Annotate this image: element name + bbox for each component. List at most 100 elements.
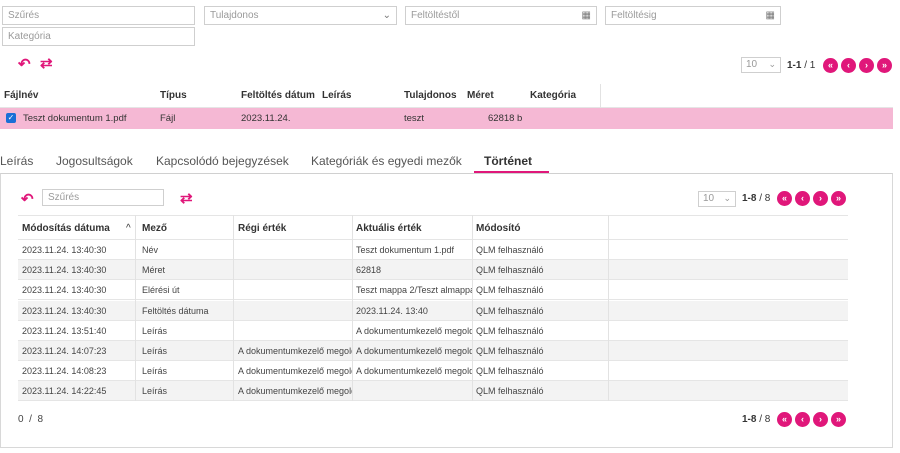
first-page-button[interactable]: « xyxy=(777,191,792,206)
next-page-button[interactable]: › xyxy=(813,412,828,427)
history-search-field[interactable] xyxy=(42,189,164,206)
top-page-size-select[interactable]: 10 ⌄ xyxy=(741,57,781,73)
refresh-icon[interactable]: ↶ xyxy=(18,55,31,73)
last-page-button[interactable]: » xyxy=(877,58,892,73)
owner-select[interactable]: ⌄ xyxy=(204,6,397,25)
refresh-icon[interactable]: ↶ xyxy=(21,190,34,208)
history-cell-old: A dokumentumkezelő megoldás xyxy=(238,366,352,377)
history-cell-by: QLM felhasználó xyxy=(476,346,544,356)
col-owner[interactable]: Tulajdonos xyxy=(404,90,457,101)
total-value: / 8 xyxy=(759,414,771,425)
col-filename[interactable]: Fájlnév xyxy=(4,90,38,101)
table-row[interactable]: 2023.11.24. 13:51:40 Leírás A dokumentumke… xyxy=(18,321,848,341)
column-divider xyxy=(608,215,609,401)
table-row[interactable]: Teszt dokumentum 1.pdf Fájl 2023.11.24. … xyxy=(0,108,893,129)
chevron-down-icon: ⌄ xyxy=(768,59,776,69)
history-cell-by: QLM felhasználó xyxy=(476,325,544,336)
col-category[interactable]: Kategória xyxy=(530,90,576,101)
chevron-down-icon: ⌄ xyxy=(723,193,731,203)
search-input[interactable] xyxy=(8,10,189,21)
next-page-button[interactable]: › xyxy=(859,58,874,73)
history-cell-new: A dokumentumkezelő megoldás xyxy=(356,366,472,377)
col-description[interactable]: Leírás xyxy=(322,90,351,101)
table-row[interactable]: 2023.11.24. 13:40:30 Méret 62818 QLM felhas… xyxy=(18,260,848,281)
history-cell-new: A dokumentumkezelő megoldás xyxy=(356,325,472,336)
prev-page-button[interactable]: ‹ xyxy=(795,191,810,206)
calendar-icon[interactable]: ▦ xyxy=(766,10,775,22)
table-row[interactable]: 2023.11.24. 14:22:45 Leírás A dokumentumke… xyxy=(18,381,848,402)
history-cell-new: 2023.11.24. 13:40 xyxy=(356,305,428,316)
last-page-button[interactable]: » xyxy=(831,191,846,206)
top-pager-range: 1-1 / 1 xyxy=(787,60,815,71)
column-divider xyxy=(135,215,136,401)
category-input[interactable] xyxy=(8,31,189,42)
col-modified-date[interactable]: Módosítás dátuma xyxy=(22,223,110,234)
row-filename: Teszt dokumentum 1.pdf xyxy=(23,113,127,124)
history-cell-date: 2023.11.24. 14:07:23 xyxy=(22,346,107,356)
history-cell-field: Elérési út xyxy=(142,285,180,296)
row-checkbox[interactable]: ✓ xyxy=(6,113,16,123)
history-cell-by: QLM felhasználó xyxy=(476,305,544,316)
table-row[interactable]: 2023.11.24. 14:08:23 Leírás A dokumentumke… xyxy=(18,361,848,382)
history-cell-new: 62818 xyxy=(356,265,382,276)
tab-categories-custom-fields[interactable]: Kategóriák és egyedi mezők xyxy=(311,154,462,168)
owner-input[interactable] xyxy=(210,10,391,21)
col-size[interactable]: Méret xyxy=(467,90,494,101)
swap-icon[interactable]: ⇄ xyxy=(40,54,53,72)
row-owner: teszt xyxy=(404,113,425,124)
col-modifier[interactable]: Módosító xyxy=(476,223,520,234)
history-page-size-select[interactable]: 10 ⌄ xyxy=(698,191,736,207)
table-row[interactable]: 2023.11.24. 13:40:30 Elérési út Teszt mapp… xyxy=(18,280,848,301)
tab-related-entries[interactable]: Kapcsolódó bejegyzések xyxy=(156,154,289,168)
history-cell-by: QLM felhasználó xyxy=(476,265,544,276)
page-size-value: 10 xyxy=(703,193,715,204)
history-cell-field: Név xyxy=(142,245,159,255)
upload-to-input[interactable] xyxy=(611,10,775,21)
last-page-button[interactable]: » xyxy=(831,412,846,427)
history-cell-field: Méret xyxy=(142,265,166,276)
total-value: / 8 xyxy=(759,193,771,204)
search-filter[interactable] xyxy=(2,6,195,25)
history-cell-field: Leírás xyxy=(142,386,168,397)
history-cell-date: 2023.11.24. 13:40:30 xyxy=(22,245,107,255)
row-type: Fájl xyxy=(160,113,176,124)
history-cell-by: QLM felhasználó xyxy=(476,245,544,255)
col-current-value[interactable]: Aktuális érték xyxy=(356,223,422,234)
table-row[interactable]: 2023.11.24. 14:07:23 Leírás A dokumentumke… xyxy=(18,341,848,361)
history-cell-old: A dokumentumkezelő megoldás xyxy=(238,346,352,356)
history-footer-range: 1-8 / 8 xyxy=(742,414,770,425)
next-page-button[interactable]: › xyxy=(813,191,828,206)
tab-description[interactable]: Leírás xyxy=(0,154,33,168)
first-page-button[interactable]: « xyxy=(823,58,838,73)
files-table-header: Fájlnév Típus Feltöltés dátum Leírás Tul… xyxy=(0,84,893,108)
history-cell-date: 2023.11.24. 14:08:23 xyxy=(22,366,107,377)
history-cell-new: A dokumentumkezelő megoldás xyxy=(356,346,472,356)
col-old-value[interactable]: Régi érték xyxy=(238,223,286,234)
col-field[interactable]: Mező xyxy=(142,223,167,234)
upload-from-input[interactable] xyxy=(411,10,591,21)
prev-page-button[interactable]: ‹ xyxy=(841,58,856,73)
page-size-value: 10 xyxy=(746,59,758,70)
history-cell-date: 2023.11.24. 13:40:30 xyxy=(22,285,107,296)
history-cell-field: Leírás xyxy=(142,346,168,356)
first-page-button[interactable]: « xyxy=(777,412,792,427)
range-value: 1-8 xyxy=(742,193,757,204)
calendar-icon[interactable]: ▦ xyxy=(582,10,591,22)
tab-history[interactable]: Történet xyxy=(484,154,532,168)
sort-asc-icon[interactable]: ^ xyxy=(126,223,131,234)
table-row[interactable]: 2023.11.24. 13:40:30 Név Teszt dokumentum … xyxy=(18,240,848,260)
column-divider xyxy=(472,215,473,401)
upload-to-field[interactable]: ▦ xyxy=(605,6,781,25)
history-cell-field: Leírás xyxy=(142,366,168,377)
col-type[interactable]: Típus xyxy=(160,90,187,101)
upload-from-field[interactable]: ▦ xyxy=(405,6,597,25)
col-upload-date[interactable]: Feltöltés dátum xyxy=(241,90,315,101)
history-pager-range: 1-8 / 8 xyxy=(742,193,770,204)
tab-permissions[interactable]: Jogosultságok xyxy=(56,154,133,168)
total-value: / 1 xyxy=(804,60,816,71)
swap-icon[interactable]: ⇄ xyxy=(180,189,193,207)
category-filter[interactable] xyxy=(2,27,195,46)
prev-page-button[interactable]: ‹ xyxy=(795,412,810,427)
table-row[interactable]: 2023.11.24. 13:40:30 Feltöltés dátuma 2023… xyxy=(18,300,848,321)
history-search-input[interactable] xyxy=(48,192,158,203)
